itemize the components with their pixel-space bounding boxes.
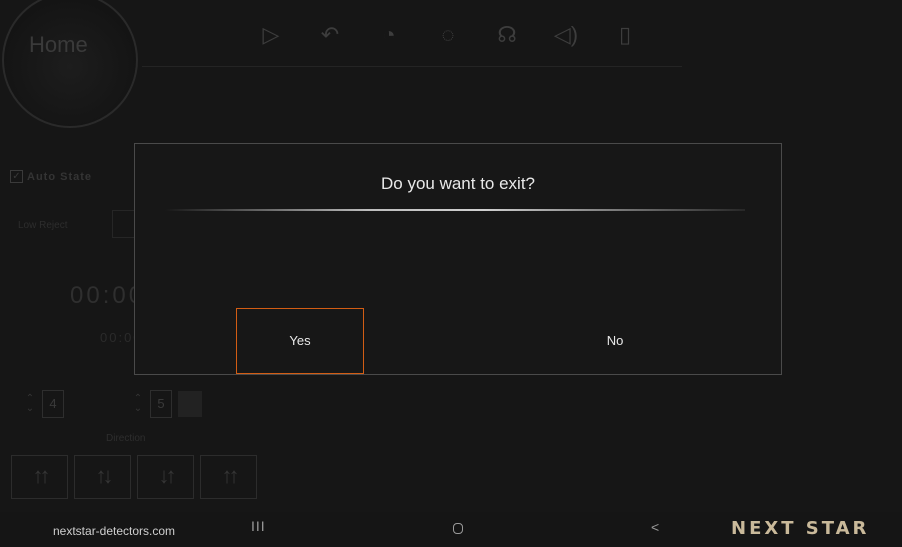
stepper-a-arrows-icon: ⌃ ⌄ xyxy=(25,393,35,414)
undo-icon: ↶ xyxy=(320,22,340,47)
low-reject-label: Low Reject xyxy=(18,220,68,231)
volume-icon: ◁) xyxy=(553,22,579,47)
direction-label: Direction xyxy=(106,433,146,444)
checkbox-icon: ✓ xyxy=(10,170,23,183)
sensitivity-icon: ◌ xyxy=(441,22,455,47)
home-title: Home xyxy=(29,32,88,57)
recent-apps-button[interactable]: III xyxy=(251,518,266,534)
no-button[interactable]: No xyxy=(551,308,679,374)
signal-icon: ◔ xyxy=(382,22,396,47)
site-url: nextstar-detectors.com xyxy=(53,524,176,538)
app-screen: Home ▷ ↶ ◔ ◌ ☊ ◁) ▯ ✓ Auto State Low Rej… xyxy=(0,0,902,547)
stepper-b-button xyxy=(178,391,202,417)
yes-button[interactable]: Yes xyxy=(236,308,364,374)
headset-icon: ☊ xyxy=(497,22,517,47)
home-button[interactable] xyxy=(453,523,463,534)
stepper-row: ⌃ ⌄ 4 ⌃ ⌄ 5 xyxy=(18,390,202,418)
back-button[interactable]: < xyxy=(651,519,659,535)
exit-dialog: Do you want to exit? Yes No xyxy=(134,143,782,375)
battery-icon: ▯ xyxy=(618,22,632,47)
stepper-b-arrows-icon: ⌃ ⌄ xyxy=(133,393,143,414)
dialog-divider xyxy=(165,209,745,211)
direction-up-down-icon: ↑↓ xyxy=(74,455,131,499)
home-dial xyxy=(2,0,138,128)
direction-down-up-icon: ↓↑ xyxy=(137,455,194,499)
stepper-a-value: 4 xyxy=(42,390,64,418)
direction-up-up-icon: ↑↑ xyxy=(11,455,68,499)
auto-state-label: Auto State xyxy=(27,170,92,183)
stepper-b-value: 5 xyxy=(150,390,172,418)
brand-logo: NEXT STAR xyxy=(731,518,870,539)
top-toolbar: ▷ ↶ ◔ ◌ ☊ ◁) ▯ xyxy=(255,18,641,52)
dialog-title: Do you want to exit? xyxy=(380,174,536,193)
direction-buttons: ↑↑ ↑↓ ↓↑ ↑↑ xyxy=(11,455,257,499)
toolbar-divider xyxy=(142,66,682,67)
bottom-nav-bar: nextstar-detectors.com III < NEXT STAR xyxy=(0,512,902,547)
auto-state-toggle: ✓ Auto State xyxy=(10,170,92,183)
direction-up-up-alt-icon: ↑↑ xyxy=(200,455,257,499)
play-icon: ▷ xyxy=(262,22,280,47)
